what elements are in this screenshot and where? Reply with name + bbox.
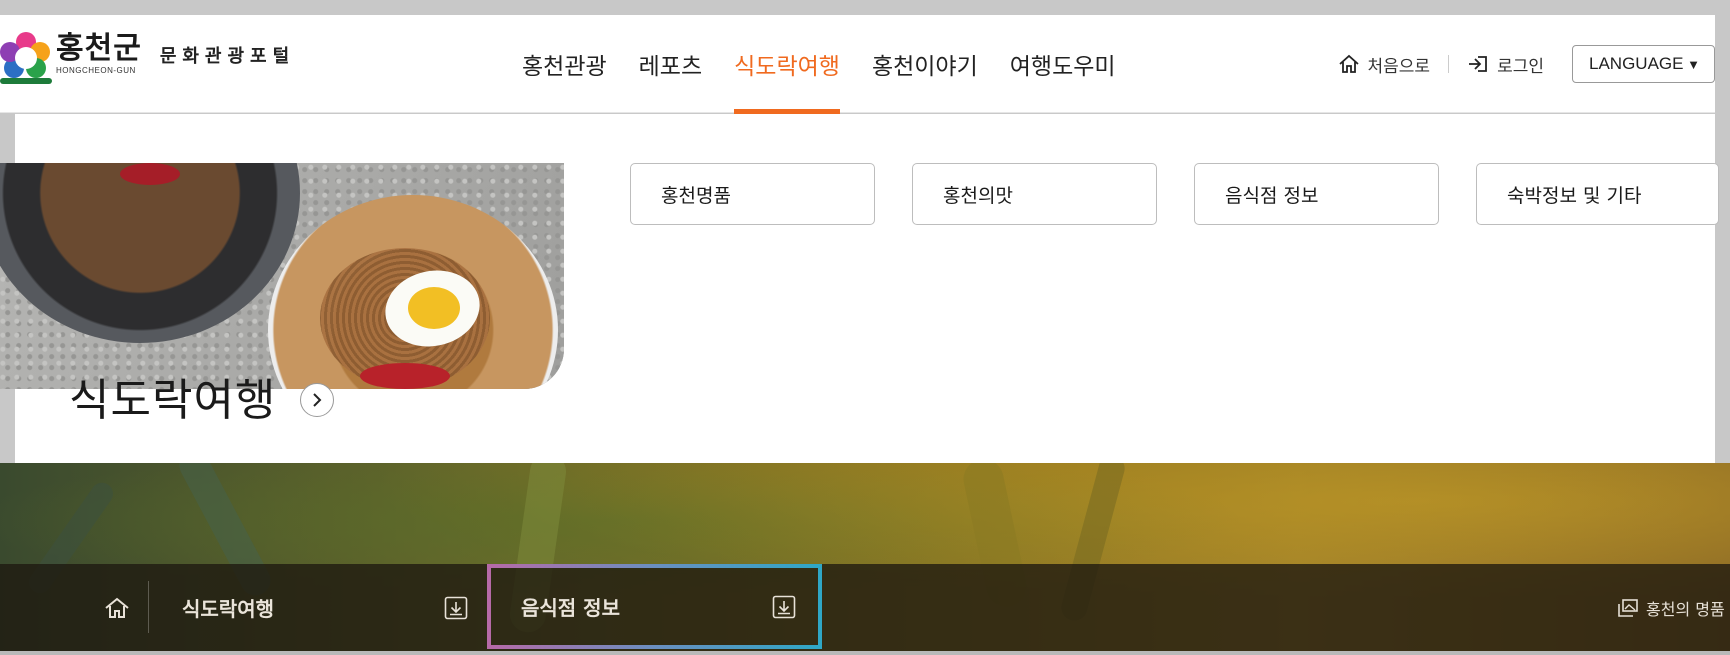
download-icon: [772, 595, 796, 618]
location-level1-label: 식도락여행: [182, 597, 274, 621]
utility-menu: 처음으로 로그인 LANGUAGE ▼: [1338, 15, 1715, 113]
site-logo[interactable]: 홍천군 HONGCHEON-GUN 문화관광포털: [0, 30, 295, 96]
location-level2-dropdown[interactable]: 음식점 정보: [487, 564, 822, 649]
logo-flower-icon: [0, 32, 52, 84]
site-header: 홍천군 HONGCHEON-GUN 문화관광포털 홍천관광 레포츠 식도락여행 …: [0, 15, 1715, 114]
logo-title: 홍천군: [56, 31, 142, 66]
side-link-specialties[interactable]: 홍천의 명품: [1618, 564, 1725, 651]
home-icon: [105, 597, 129, 618]
logo-portal-label: 문화관광포털: [159, 46, 296, 67]
location-level2-label: 음식점 정보: [521, 596, 620, 620]
mega-menu-panel: 식도락여행 홍천명품 홍천의맛 음식점 정보 숙박정보 및 기타: [0, 114, 1719, 464]
util-divider: [1448, 55, 1450, 73]
food-photo: [0, 163, 564, 389]
submenu-item-specialties[interactable]: 홍천명품: [630, 163, 875, 225]
side-link-label: 홍천의 명품: [1646, 599, 1725, 619]
nav-item-hongcheon-tour[interactable]: 홍천관광: [506, 15, 623, 113]
chevron-right-icon: [313, 393, 322, 407]
gallery-icon: [1618, 598, 1638, 617]
window-frame-right: [1715, 15, 1730, 460]
home-link[interactable]: 처음으로: [1338, 52, 1431, 77]
panel-title-group: 식도락여행: [69, 364, 335, 428]
panel-title: 식도락여행: [69, 375, 277, 426]
submenu-item-restaurant-info[interactable]: 음식점 정보: [1194, 163, 1439, 225]
nav-item-food-travel[interactable]: 식도락여행: [718, 15, 856, 114]
language-select[interactable]: LANGUAGE ▼: [1572, 45, 1715, 83]
panel-more-button[interactable]: [300, 383, 335, 417]
nav-item-travel-helper[interactable]: 여행도우미: [994, 15, 1132, 113]
download-icon: [444, 596, 468, 619]
location-bar: 식도락여행 음식점 정보 홍천의 명품: [0, 564, 1730, 651]
login-link[interactable]: 로그인: [1467, 52, 1544, 77]
login-link-label: 로그인: [1497, 56, 1544, 77]
submenu-list: 홍천명품 홍천의맛 음식점 정보 숙박정보 및 기타: [630, 163, 1719, 225]
window-frame-top: [0, 0, 1730, 15]
home-icon: [1338, 54, 1359, 73]
login-icon: [1469, 56, 1487, 72]
submenu-item-lodging-etc[interactable]: 숙박정보 및 기타: [1476, 163, 1719, 225]
language-select-label: LANGUAGE: [1589, 54, 1684, 73]
submenu-item-local-taste[interactable]: 홍천의맛: [912, 163, 1157, 225]
main-nav: 홍천관광 레포츠 식도락여행 홍천이야기 여행도우미: [506, 15, 1132, 114]
nav-item-hongcheon-story[interactable]: 홍천이야기: [856, 15, 994, 113]
home-link-label: 처음으로: [1367, 56, 1431, 77]
location-home-button[interactable]: [86, 564, 148, 651]
caret-down-icon: ▼: [1687, 56, 1700, 72]
page: { "header": { "logo_title": "홍천군", "logo…: [0, 0, 1730, 655]
location-level1-dropdown[interactable]: 식도락여행: [148, 564, 476, 651]
logo-subtitle: HONGCHEON-GUN: [56, 66, 136, 75]
window-frame-bottom: [0, 651, 1730, 655]
logo-text: 홍천군 HONGCHEON-GUN: [56, 30, 142, 75]
nav-item-leports[interactable]: 레포츠: [623, 15, 718, 113]
